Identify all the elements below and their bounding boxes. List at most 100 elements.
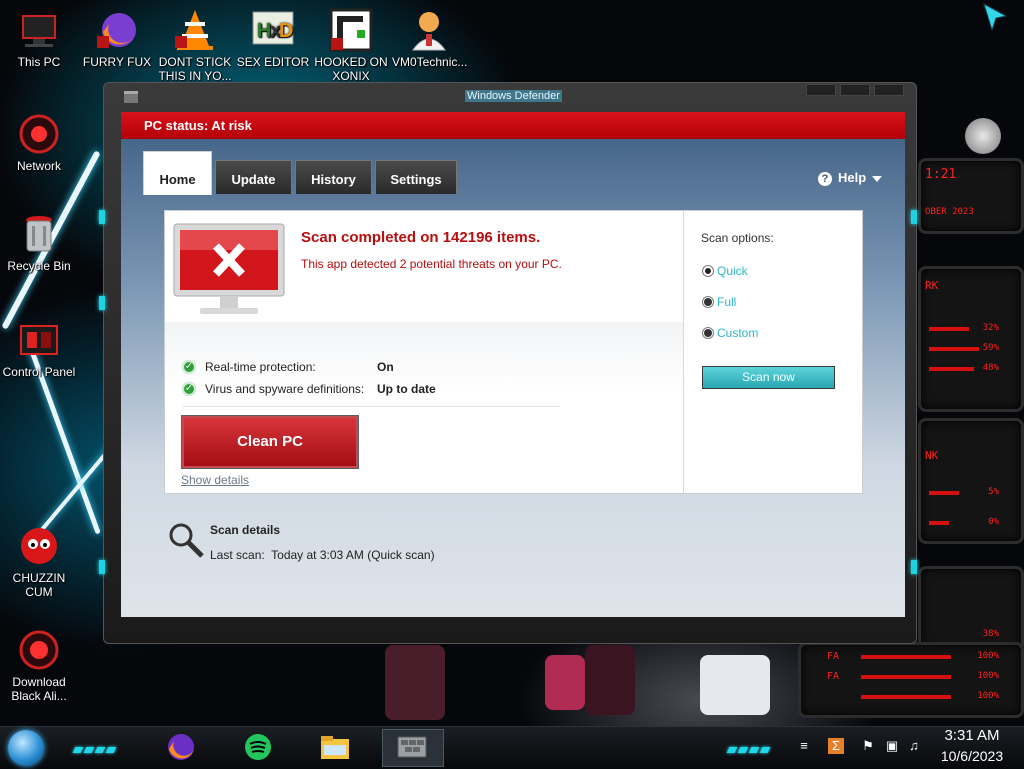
volume-icon[interactable]: ♫	[906, 738, 922, 754]
radio-quick-label[interactable]: Quick	[717, 264, 748, 278]
scan-result-subline: This app detected 2 potential threats on…	[301, 257, 562, 271]
network-icon[interactable]: ▣	[884, 738, 900, 754]
desktop-icon-black-alien[interactable]: Download Black Ali...	[2, 628, 76, 703]
maximize-button[interactable]	[840, 84, 870, 96]
gadget-time: 1:21	[925, 167, 957, 182]
desktop-icon-label: This PC	[17, 55, 61, 69]
gadget-value: 0%	[988, 517, 999, 527]
tab-home[interactable]: Home	[143, 151, 212, 195]
network-orb-icon	[17, 112, 61, 156]
desktop-icon-xonix[interactable]: HOOKED ON XONIX	[314, 8, 388, 83]
desktop-icon-label: HOOKED ON XONIX	[314, 55, 388, 83]
taskbar-decoration	[72, 740, 118, 753]
firefox-icon[interactable]	[164, 731, 198, 763]
frame-light	[911, 210, 917, 224]
desktop-icon-control-panel[interactable]: Control Panel	[2, 318, 76, 379]
clock-gadget: 1:21 OBER 2023	[918, 158, 1024, 234]
vlc-cone-icon	[173, 8, 217, 52]
gadget-value: 5%	[988, 487, 999, 497]
realtime-protection-label: Real-time protection:	[205, 360, 316, 374]
separator	[182, 406, 560, 407]
recycle-bin-icon	[17, 212, 61, 256]
disk-gadget: NK 5% 0%	[918, 418, 1024, 544]
tab-update[interactable]: Update	[215, 160, 292, 194]
desktop-icon-label: Recycle Bin	[7, 259, 71, 273]
show-details-link[interactable]: Show details	[181, 473, 249, 487]
firefox-shortcut-icon	[95, 8, 139, 52]
control-panel-icon	[17, 318, 61, 362]
window-menu-icon[interactable]	[124, 90, 138, 103]
clock-time[interactable]: 3:31 AM	[940, 727, 1004, 744]
clock-date[interactable]: 10/6/2023	[936, 748, 1008, 764]
spotify-icon[interactable]	[241, 731, 275, 763]
help-menu[interactable]: ? Help	[818, 170, 883, 186]
file-explorer-icon[interactable]	[318, 731, 352, 763]
desktop-icon-label: VM0Technic...	[392, 55, 468, 69]
frame-light	[911, 560, 917, 574]
desktop-icon-label: SEX EDITOR	[236, 55, 310, 69]
pc-icon	[17, 8, 61, 52]
cursor-arrow-icon	[982, 2, 1008, 37]
window-title: Windows Defender	[465, 90, 562, 102]
desktop-icon-vm0[interactable]: VM0Technic...	[392, 8, 468, 69]
language-icon[interactable]: Σ	[828, 738, 844, 754]
alien-logo-icon	[965, 118, 1001, 154]
frame-light	[99, 210, 105, 224]
radio-custom[interactable]	[702, 327, 714, 339]
gadget-value: 48%	[982, 363, 999, 373]
start-button[interactable]	[8, 730, 44, 766]
at-risk-monitor-icon	[172, 222, 286, 326]
frame-light	[99, 296, 105, 310]
desktop-icon-label: CHUZZIN CUM	[12, 571, 66, 599]
checkmark-icon: ✓	[182, 382, 196, 396]
desktop-icon-vlc[interactable]: DONT STICK THIS IN YO...	[158, 8, 232, 83]
desktop-icon-label: Network	[16, 159, 61, 173]
definitions-value: Up to date	[377, 382, 436, 396]
cpu-gadget: RK 32% 59% 48%	[918, 266, 1024, 412]
panel-divider	[683, 211, 684, 493]
show-desktop-icon[interactable]: ≡	[796, 738, 812, 754]
desktop-icon-label: DONT STICK THIS IN YO...	[158, 55, 232, 83]
radio-full[interactable]	[702, 296, 714, 308]
desktop-icon-label: FURRY FUX	[82, 55, 152, 69]
desktop-icon-recycle-bin[interactable]: Recycle Bin	[2, 212, 76, 273]
desktop-icon-network[interactable]: Network	[2, 112, 76, 173]
gadget-value: 32%	[982, 323, 999, 333]
clean-pc-button[interactable]: Clean PC	[181, 415, 359, 469]
radio-custom-label[interactable]: Custom	[717, 326, 758, 340]
desktop-icon-hxd[interactable]: HxD SEX EDITOR	[236, 8, 310, 69]
frame-light	[99, 560, 105, 574]
xonix-game-icon	[329, 8, 373, 52]
definitions-label: Virus and spyware definitions:	[205, 382, 365, 396]
tab-history[interactable]: History	[295, 160, 372, 194]
gadget-value: 38%	[982, 629, 999, 639]
gadget-value: 100%	[977, 691, 999, 701]
last-scan-info: Last scan: Today at 3:03 AM (Quick scan)	[210, 548, 435, 562]
desktop-icon-label: Download Black Ali...	[11, 675, 67, 703]
desktop-icon-furry-fux[interactable]: FURRY FUX	[80, 8, 154, 69]
tab-settings[interactable]: Settings	[375, 160, 457, 194]
chevron-down-icon	[872, 175, 883, 182]
minimize-button[interactable]	[806, 84, 836, 96]
alien-orb-icon	[17, 628, 61, 672]
help-icon: ?	[818, 171, 832, 186]
scan-options-title: Scan options:	[701, 231, 774, 245]
gadget-value: 100%	[977, 671, 999, 681]
checkmark-icon: ✓	[182, 360, 196, 374]
magnifier-icon	[167, 521, 205, 559]
gadget-value: 100%	[977, 651, 999, 661]
radio-full-label[interactable]: Full	[717, 295, 736, 309]
last-scan-value: Today at 3:03 AM (Quick scan)	[271, 548, 435, 562]
flag-alert-icon[interactable]: ⚑	[860, 738, 876, 754]
gadget-label: FA	[827, 671, 840, 682]
doctor-person-icon	[407, 8, 451, 52]
radio-quick[interactable]	[702, 265, 714, 277]
scan-now-button[interactable]: Scan now	[702, 366, 835, 389]
windows-defender-icon[interactable]	[395, 731, 429, 763]
gadget-label: NK	[925, 449, 939, 462]
close-button[interactable]	[874, 84, 904, 96]
desktop-icon-chuzzle[interactable]: CHUZZIN CUM	[2, 524, 76, 599]
network-gadget: 38%	[918, 566, 1024, 652]
gadget-label: FA	[827, 651, 840, 662]
desktop-icon-this-pc[interactable]: This PC	[2, 8, 76, 69]
